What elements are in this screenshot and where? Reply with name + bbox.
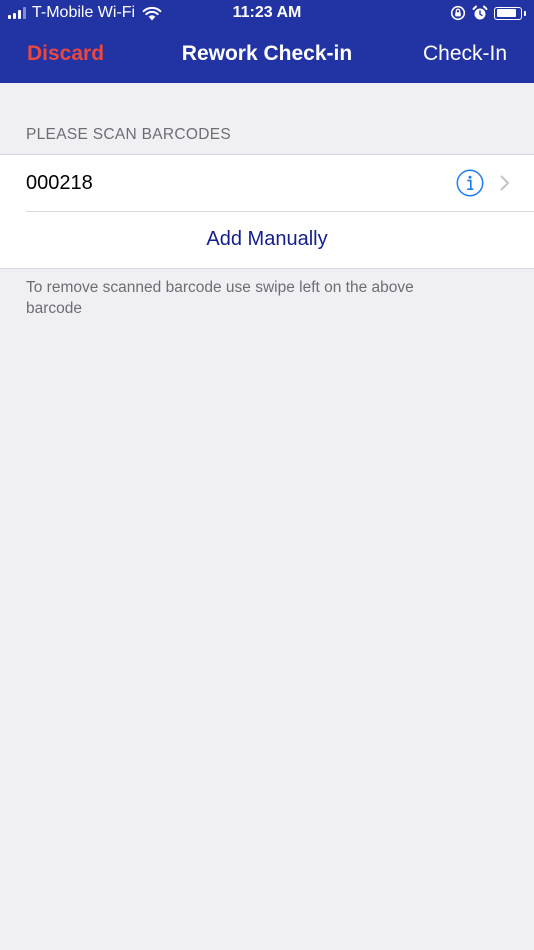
check-in-button[interactable]: Check-In — [423, 42, 507, 66]
status-bar: T-Mobile Wi-Fi 11:23 AM — [0, 0, 534, 28]
rotation-lock-icon — [450, 5, 466, 21]
alarm-icon — [472, 5, 488, 20]
swipe-hint-text: To remove scanned barcode use swipe left… — [26, 279, 414, 317]
section-header: PLEASE SCAN BARCODES — [26, 126, 231, 143]
chevron-right-icon — [500, 175, 509, 191]
battery-icon — [494, 6, 526, 20]
discard-button[interactable]: Discard — [27, 42, 104, 66]
barcode-value: 000218 — [26, 172, 93, 194]
barcode-table: 000218 Add Manually — [0, 154, 534, 269]
barcode-row[interactable]: 000218 — [26, 155, 534, 212]
info-icon[interactable] — [456, 169, 484, 197]
add-manually-row[interactable]: Add Manually — [0, 212, 534, 268]
top-bar: T-Mobile Wi-Fi 11:23 AM Discard Rework C… — [0, 0, 534, 83]
screen: T-Mobile Wi-Fi 11:23 AM Discard Rework C… — [0, 0, 534, 950]
nav-bar: Discard Rework Check-in Check-In — [0, 28, 534, 83]
status-right — [450, 5, 526, 21]
add-manually-button[interactable]: Add Manually — [206, 228, 327, 251]
battery-fill — [496, 9, 516, 17]
